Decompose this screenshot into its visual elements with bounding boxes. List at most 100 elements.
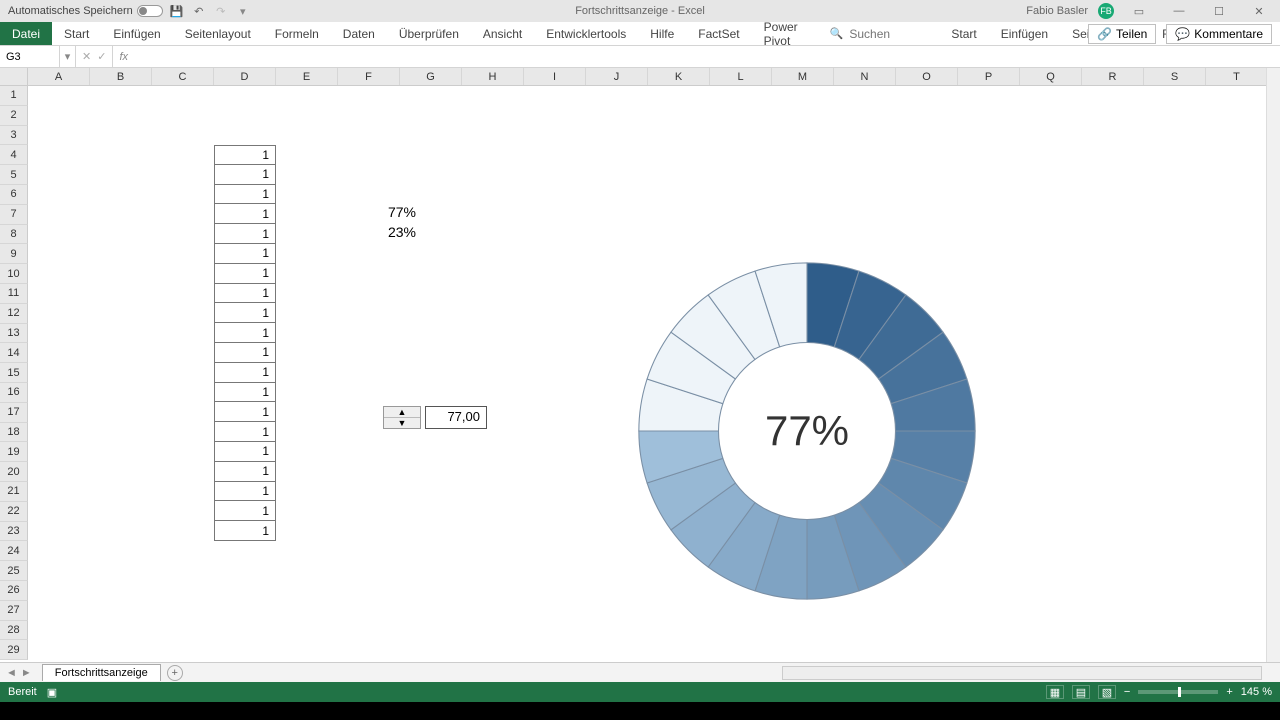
col-header-O[interactable]: O: [896, 68, 958, 85]
horizontal-scrollbar[interactable]: [782, 666, 1262, 680]
data-cell-d19[interactable]: 1: [214, 442, 276, 462]
tab-überprüfen[interactable]: Überprüfen: [1274, 22, 1280, 45]
zoom-slider[interactable]: [1138, 690, 1218, 694]
row-header-25[interactable]: 25: [0, 561, 28, 581]
row-header-13[interactable]: 13: [0, 324, 28, 344]
spin-up-button[interactable]: ▲: [384, 407, 420, 418]
spinner-value-cell[interactable]: 77,00: [425, 406, 487, 429]
redo-icon[interactable]: ↷: [213, 3, 229, 19]
data-cell-d21[interactable]: 1: [214, 482, 276, 502]
col-header-M[interactable]: M: [772, 68, 834, 85]
tab-start[interactable]: Start: [939, 22, 988, 45]
sheet-nav-next[interactable]: ►: [21, 667, 32, 679]
worksheet-grid[interactable]: ABCDEFGHIJKLMNOPQRST 1234567891011121314…: [0, 68, 1280, 662]
share-button[interactable]: 🔗Teilen: [1088, 24, 1156, 44]
name-box-dropdown[interactable]: ▾: [60, 46, 76, 67]
row-header-9[interactable]: 9: [0, 244, 28, 264]
search-input[interactable]: [849, 27, 939, 41]
name-box[interactable]: G3: [0, 46, 60, 67]
row-header-1[interactable]: 1: [0, 86, 28, 106]
select-all-corner[interactable]: [0, 68, 28, 85]
zoom-in-button[interactable]: +: [1226, 686, 1232, 698]
row-header-8[interactable]: 8: [0, 225, 28, 245]
comments-button[interactable]: 💬Kommentare: [1166, 24, 1272, 44]
row-header-5[interactable]: 5: [0, 165, 28, 185]
data-cell-d23[interactable]: 1: [214, 521, 276, 541]
view-page-layout-button[interactable]: ▤: [1072, 685, 1090, 699]
row-header-16[interactable]: 16: [0, 383, 28, 403]
row-header-21[interactable]: 21: [0, 482, 28, 502]
add-sheet-button[interactable]: +: [167, 665, 183, 681]
data-cell-d11[interactable]: 1: [214, 284, 276, 304]
autosave-toggle[interactable]: [137, 5, 163, 17]
row-header-20[interactable]: 20: [0, 462, 28, 482]
autosave[interactable]: Automatisches Speichern: [8, 5, 163, 17]
col-header-J[interactable]: J: [586, 68, 648, 85]
data-cell-d5[interactable]: 1: [214, 165, 276, 185]
row-header-17[interactable]: 17: [0, 403, 28, 423]
ribbon-options-icon[interactable]: ▭: [1124, 5, 1154, 18]
sheet-nav-prev[interactable]: ◄: [6, 667, 17, 679]
row-header-19[interactable]: 19: [0, 442, 28, 462]
close-button[interactable]: ✕: [1244, 5, 1274, 18]
tab-überprüfen[interactable]: Überprüfen: [387, 22, 471, 45]
data-cell-d17[interactable]: 1: [214, 402, 276, 422]
tab-formeln[interactable]: Formeln: [263, 22, 331, 45]
sheet-tab-active[interactable]: Fortschrittsanzeige: [42, 664, 161, 681]
tab-einfügen[interactable]: Einfügen: [989, 22, 1060, 45]
user-avatar[interactable]: FB: [1098, 3, 1114, 19]
cancel-formula-icon[interactable]: ✕: [82, 50, 91, 63]
tab-seitenlayout[interactable]: Seitenlayout: [173, 22, 263, 45]
data-cell-d16[interactable]: 1: [214, 383, 276, 403]
view-normal-button[interactable]: ▦: [1046, 685, 1064, 699]
col-header-T[interactable]: T: [1206, 68, 1268, 85]
col-header-I[interactable]: I: [524, 68, 586, 85]
save-icon[interactable]: 💾: [169, 3, 185, 19]
data-cell-d9[interactable]: 1: [214, 244, 276, 264]
maximize-button[interactable]: ☐: [1204, 5, 1234, 18]
col-header-N[interactable]: N: [834, 68, 896, 85]
cell-percent-1[interactable]: 77%: [338, 204, 424, 224]
tab-ansicht[interactable]: Ansicht: [471, 22, 534, 45]
macro-record-icon[interactable]: ▣: [47, 686, 57, 699]
col-header-L[interactable]: L: [710, 68, 772, 85]
row-header-2[interactable]: 2: [0, 106, 28, 126]
zoom-out-button[interactable]: −: [1124, 686, 1130, 698]
col-header-F[interactable]: F: [338, 68, 400, 85]
col-header-E[interactable]: E: [276, 68, 338, 85]
col-header-P[interactable]: P: [958, 68, 1020, 85]
row-header-29[interactable]: 29: [0, 640, 28, 660]
data-cell-d20[interactable]: 1: [214, 462, 276, 482]
data-cell-d6[interactable]: 1: [214, 185, 276, 205]
row-header-18[interactable]: 18: [0, 423, 28, 443]
data-cell-d15[interactable]: 1: [214, 363, 276, 383]
tab-file[interactable]: Datei: [0, 22, 52, 45]
row-header-7[interactable]: 7: [0, 205, 28, 225]
row-header-27[interactable]: 27: [0, 601, 28, 621]
tab-start[interactable]: Start: [52, 22, 101, 45]
row-header-4[interactable]: 4: [0, 145, 28, 165]
donut-chart[interactable]: 77%: [630, 254, 984, 608]
data-cell-d10[interactable]: 1: [214, 264, 276, 284]
col-header-R[interactable]: R: [1082, 68, 1144, 85]
data-cell-d22[interactable]: 1: [214, 501, 276, 521]
zoom-level[interactable]: 145 %: [1241, 686, 1272, 698]
col-header-C[interactable]: C: [152, 68, 214, 85]
data-cell-d13[interactable]: 1: [214, 323, 276, 343]
tab-hilfe[interactable]: Hilfe: [638, 22, 686, 45]
minimize-button[interactable]: —: [1164, 5, 1194, 17]
row-header-24[interactable]: 24: [0, 541, 28, 561]
tab-einfügen[interactable]: Einfügen: [101, 22, 172, 45]
data-cell-d8[interactable]: 1: [214, 224, 276, 244]
row-header-12[interactable]: 12: [0, 304, 28, 324]
col-header-B[interactable]: B: [90, 68, 152, 85]
col-header-D[interactable]: D: [214, 68, 276, 85]
tab-daten[interactable]: Daten: [331, 22, 387, 45]
data-cell-d12[interactable]: 1: [214, 303, 276, 323]
data-cell-d18[interactable]: 1: [214, 422, 276, 442]
col-header-A[interactable]: A: [28, 68, 90, 85]
tab-factset[interactable]: FactSet: [686, 22, 751, 45]
row-header-10[interactable]: 10: [0, 264, 28, 284]
spin-down-button[interactable]: ▼: [384, 418, 420, 428]
tab-power pivot[interactable]: Power Pivot: [752, 22, 810, 45]
